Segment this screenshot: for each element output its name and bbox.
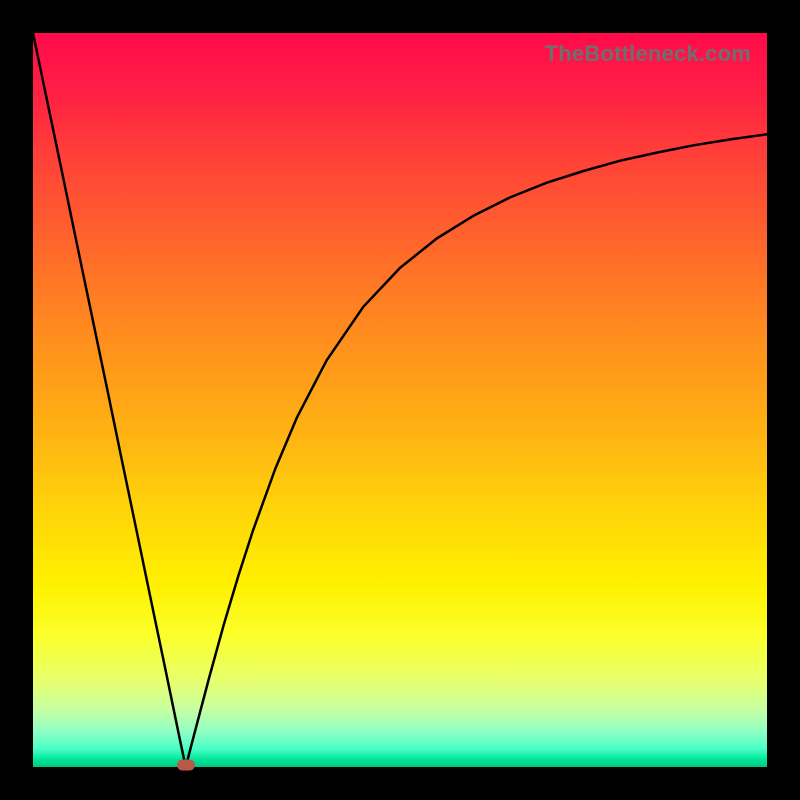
- valley-marker-icon: [177, 760, 195, 771]
- chart-frame: TheBottleneck.com: [0, 0, 800, 800]
- curve-path: [33, 33, 767, 767]
- bottleneck-curve: [33, 33, 767, 767]
- gradient-plot-area: TheBottleneck.com: [33, 33, 767, 767]
